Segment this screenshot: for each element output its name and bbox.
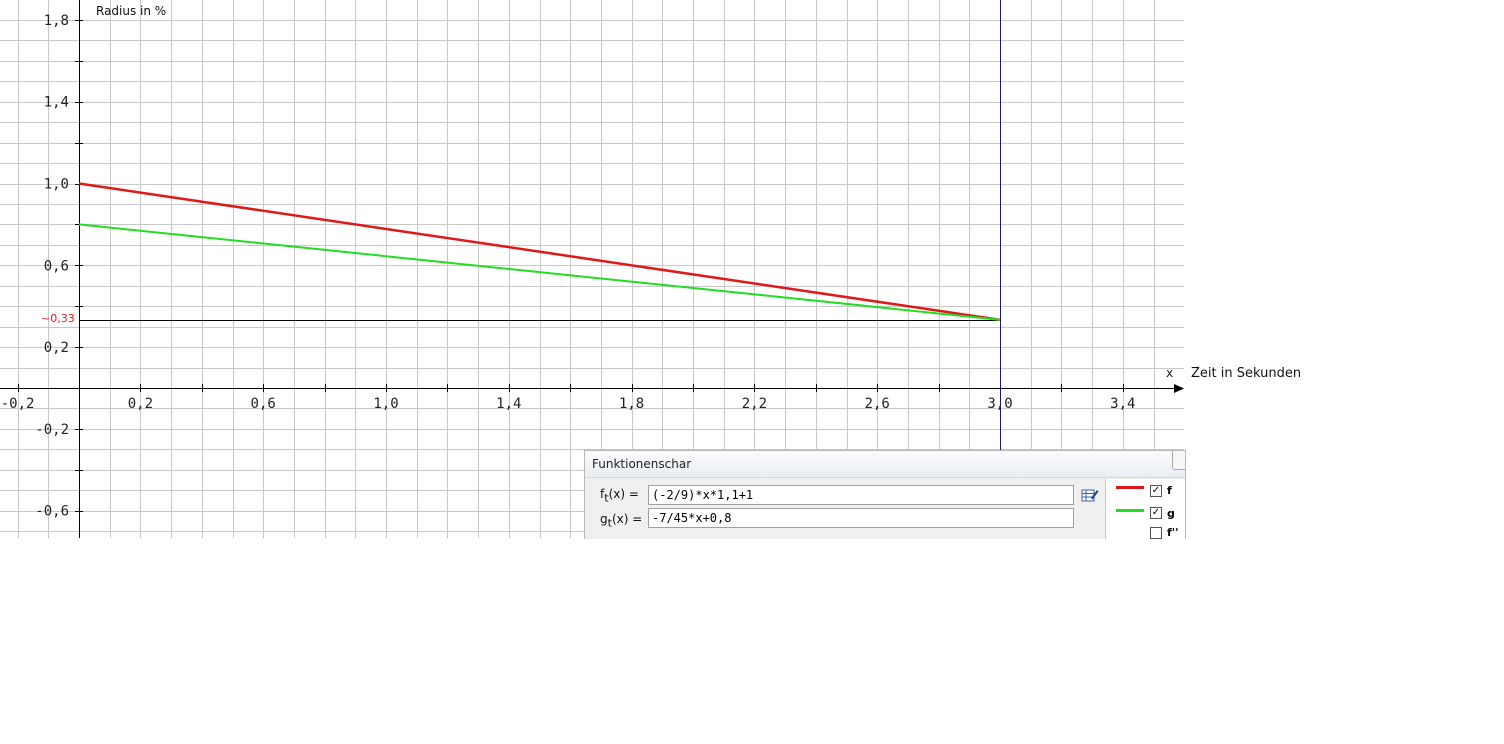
g-name: g [600, 512, 608, 526]
x-tick-label: -0,2 [1, 396, 35, 412]
x-axis-symbol: x [1166, 366, 1174, 380]
y-tick-label: -0,6 [35, 504, 69, 520]
x-tick-label: 2,2 [742, 396, 767, 412]
f-expression-input[interactable]: (-2/9)*x*1,1+1 [648, 485, 1074, 505]
legend-line-g [1116, 509, 1144, 512]
y-tick-label: 0,2 [44, 340, 69, 356]
g-expression-input[interactable]: -7/45*x+0,8 [648, 508, 1074, 528]
f-suffix: (x) = [608, 487, 639, 501]
g-suffix: (x) = [611, 512, 643, 526]
panel-title-bar[interactable]: Funktionenschar [585, 451, 1185, 478]
legend-line-f [1116, 486, 1144, 489]
x-tick-label: 1,8 [619, 396, 644, 412]
legend-label-g: g [1167, 507, 1175, 520]
y-tick-label: 1,8 [44, 13, 69, 29]
series-line-f [78, 182, 1001, 322]
panel-title: Funktionenschar [592, 457, 692, 471]
legend-checkbox-f-second-derivative[interactable] [1150, 527, 1162, 539]
f-function-label: ft(x) = [600, 487, 639, 504]
function-family-panel: Funktionenschar ft(x) = (-2/9)*x*1,1+1 g… [584, 450, 1186, 539]
x-axis-arrow [1174, 384, 1184, 393]
legend-checkbox-f[interactable]: ✓ [1150, 485, 1162, 497]
legend: ✓ f ✓ g f'' [1105, 479, 1185, 539]
x-tick-label: 3,4 [1110, 396, 1135, 412]
y-tick-label: -0,2 [35, 422, 69, 438]
g-function-label: gt(x) = [600, 512, 642, 529]
x-tick-label: 1,0 [373, 396, 398, 412]
panel-close-button[interactable] [1172, 451, 1185, 470]
y-tick-label: 1,0 [44, 177, 69, 193]
y-tick-label: 1,4 [44, 95, 69, 111]
x-tick-label: 2,6 [865, 396, 890, 412]
legend-label-f-second-derivative: f'' [1167, 526, 1179, 539]
y-axis-label: Radius in % [96, 4, 167, 18]
legend-label-f: f [1167, 484, 1172, 497]
legend-checkbox-g[interactable]: ✓ [1150, 507, 1162, 519]
series-line-g [78, 223, 1001, 321]
edit-table-icon[interactable] [1081, 487, 1099, 503]
intersection-marker-label: ~0,33 [41, 312, 75, 325]
x-tick-label: 0,2 [128, 396, 153, 412]
x-axis-label: Zeit in Sekunden [1191, 366, 1302, 381]
y-tick-label: 0,6 [44, 258, 69, 274]
x-tick-label: 1,4 [496, 396, 521, 412]
x-tick-label: 0,6 [251, 396, 276, 412]
